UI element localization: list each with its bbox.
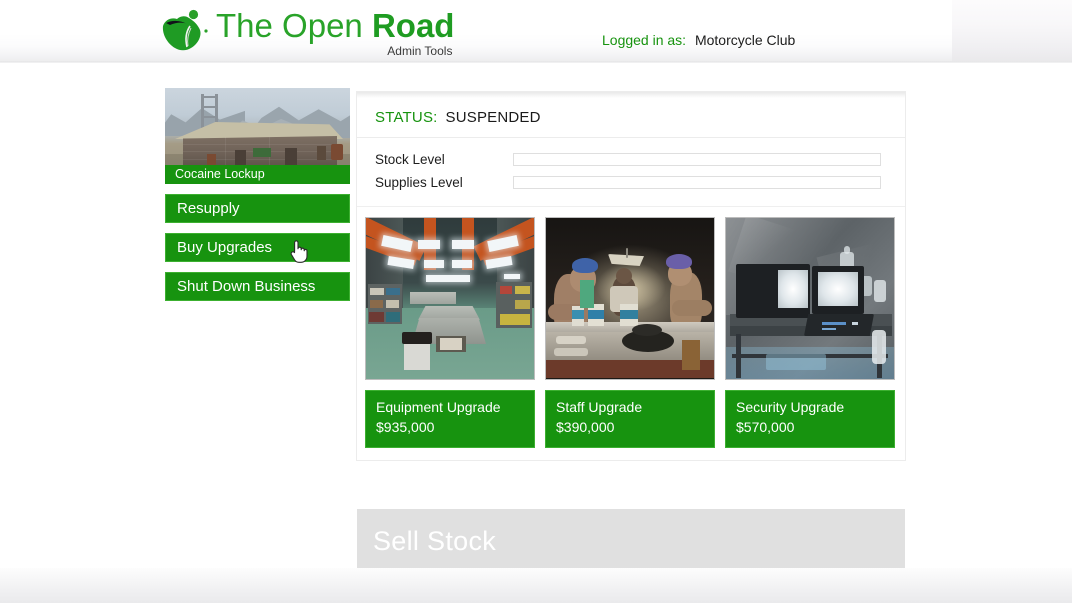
upgrade-card-equipment: Equipment Upgrade $935,000 — [365, 217, 535, 448]
brand-title-the: The — [216, 7, 282, 44]
upgrades-grid: Equipment Upgrade $935,000 — [357, 207, 905, 460]
sell-stock-button[interactable]: Sell Stock — [357, 509, 905, 574]
business-panel: STATUS: SUSPENDED Stock Level Supplies L… — [357, 92, 905, 460]
hand-pointer-cursor — [288, 238, 308, 264]
resupply-button[interactable]: Resupply — [165, 194, 350, 223]
logged-in-label: Logged in as: — [602, 32, 686, 48]
upgrade-card-staff: Staff Upgrade $390,000 — [545, 217, 715, 448]
sidebar: Cocaine Lockup Resupply Buy Upgrades Shu… — [165, 88, 350, 301]
business-name-label: Cocaine Lockup — [165, 165, 350, 184]
status-badge: SUSPENDED — [446, 109, 541, 126]
supplies-level-label: Supplies Level — [375, 175, 513, 190]
buy-upgrades-button[interactable]: Buy Upgrades — [165, 233, 350, 262]
page-content: Cocaine Lockup Resupply Buy Upgrades Shu… — [0, 62, 1072, 568]
staff-upgrade-button[interactable]: Staff Upgrade $390,000 — [545, 390, 715, 448]
brand-title: The Open Road — [216, 7, 454, 44]
security-upgrade-thumbnail[interactable] — [725, 217, 895, 380]
stock-level-meter — [513, 153, 881, 166]
brand-title-road: Road — [372, 7, 455, 44]
status-row: STATUS: SUSPENDED — [357, 98, 905, 138]
bikers-shield-icon — [160, 8, 208, 52]
security-upgrade-price: $570,000 — [736, 417, 894, 437]
brand-subtitle: Admin Tools — [387, 44, 452, 58]
equipment-upgrade-button[interactable]: Equipment Upgrade $935,000 — [365, 390, 535, 448]
equipment-upgrade-thumbnail[interactable] — [365, 217, 535, 380]
logged-in-username: Motorcycle Club — [695, 32, 795, 48]
stock-level-label: Stock Level — [375, 152, 513, 167]
staff-upgrade-name: Staff Upgrade — [556, 398, 714, 417]
staff-upgrade-price: $390,000 — [556, 417, 714, 437]
upgrade-card-security: Security Upgrade $570,000 — [725, 217, 895, 448]
sell-stock-label: Sell Stock — [373, 526, 496, 557]
business-card[interactable]: Cocaine Lockup — [165, 88, 350, 184]
browser-bottom-chrome — [0, 568, 1072, 603]
site-header: The Open Road Admin Tools Logged in as: … — [0, 0, 1072, 62]
meters-section: Stock Level Supplies Level — [357, 138, 905, 207]
supplies-level-meter — [513, 176, 881, 189]
brand-title-open: Open — [282, 7, 372, 44]
buy-upgrades-button-label: Buy Upgrades — [177, 239, 272, 256]
resupply-button-label: Resupply — [177, 200, 240, 217]
equipment-upgrade-name: Equipment Upgrade — [376, 398, 534, 417]
logged-in-status: Logged in as: Motorcycle Club — [602, 32, 795, 48]
stock-level-row: Stock Level — [375, 148, 905, 171]
page-root: The Open Road Admin Tools Logged in as: … — [0, 0, 1072, 603]
staff-upgrade-thumbnail[interactable] — [545, 217, 715, 380]
shut-down-business-button-label: Shut Down Business — [177, 278, 315, 295]
shut-down-business-button[interactable]: Shut Down Business — [165, 272, 350, 301]
supplies-level-row: Supplies Level — [375, 171, 905, 194]
brand[interactable]: The Open Road Admin Tools — [160, 6, 454, 52]
security-upgrade-name: Security Upgrade — [736, 398, 894, 417]
status-label: STATUS: — [375, 109, 438, 126]
equipment-upgrade-price: $935,000 — [376, 417, 534, 437]
security-upgrade-button[interactable]: Security Upgrade $570,000 — [725, 390, 895, 448]
